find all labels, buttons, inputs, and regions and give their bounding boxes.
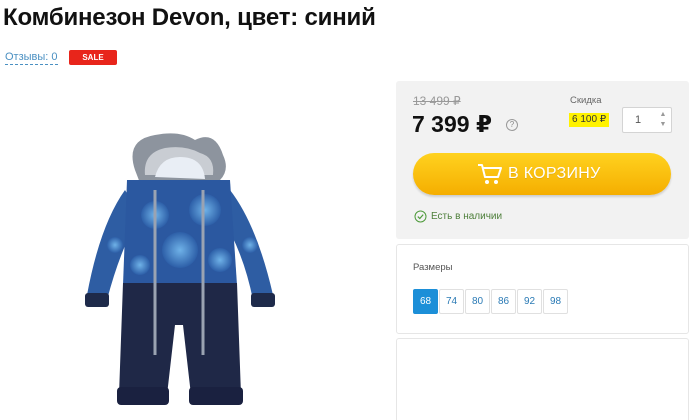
size-option-74[interactable]: 74 xyxy=(439,289,464,314)
stock-status: Есть в наличии xyxy=(431,211,503,222)
add-to-cart-label: В КОРЗИНУ xyxy=(508,165,601,182)
discount-label: Скидка xyxy=(570,95,602,106)
size-option-68[interactable]: 68 xyxy=(413,289,438,314)
buy-box: 13 499 ₽ 7 399 ₽ ? Скидка 6 100 ₽ 1 ▲ ▼ … xyxy=(396,81,689,239)
snowsuit-illustration xyxy=(85,133,275,405)
size-option-86[interactable]: 86 xyxy=(491,289,516,314)
quantity-input[interactable]: 1 xyxy=(635,114,641,126)
size-option-98[interactable]: 98 xyxy=(543,289,568,314)
chevron-up-icon[interactable]: ▲ xyxy=(658,110,668,120)
size-option-92[interactable]: 92 xyxy=(517,289,542,314)
quantity-stepper[interactable]: 1 ▲ ▼ xyxy=(622,107,672,133)
reviews-link[interactable]: Отзывы: 0 xyxy=(5,51,58,65)
current-price: 7 399 ₽ xyxy=(412,111,492,137)
discount-value: 6 100 ₽ xyxy=(569,113,610,127)
add-to-cart-button[interactable]: В КОРЗИНУ xyxy=(413,153,671,195)
size-options: 68 74 80 86 92 98 xyxy=(413,289,568,314)
info-icon[interactable]: ? xyxy=(506,119,518,131)
old-price: 13 499 ₽ xyxy=(413,94,461,108)
sizes-label: Размеры xyxy=(413,262,453,273)
sizes-panel: Размеры 68 74 80 86 92 98 xyxy=(396,244,689,334)
chevron-down-icon[interactable]: ▼ xyxy=(658,120,668,130)
details-panel xyxy=(396,338,689,420)
product-title: Комбинезон Devon, цвет: синий xyxy=(3,4,376,31)
size-option-80[interactable]: 80 xyxy=(465,289,490,314)
product-image[interactable] xyxy=(15,95,358,420)
cart-icon xyxy=(478,164,502,184)
check-circle-icon xyxy=(414,210,427,223)
sale-badge: SALE xyxy=(69,50,117,65)
